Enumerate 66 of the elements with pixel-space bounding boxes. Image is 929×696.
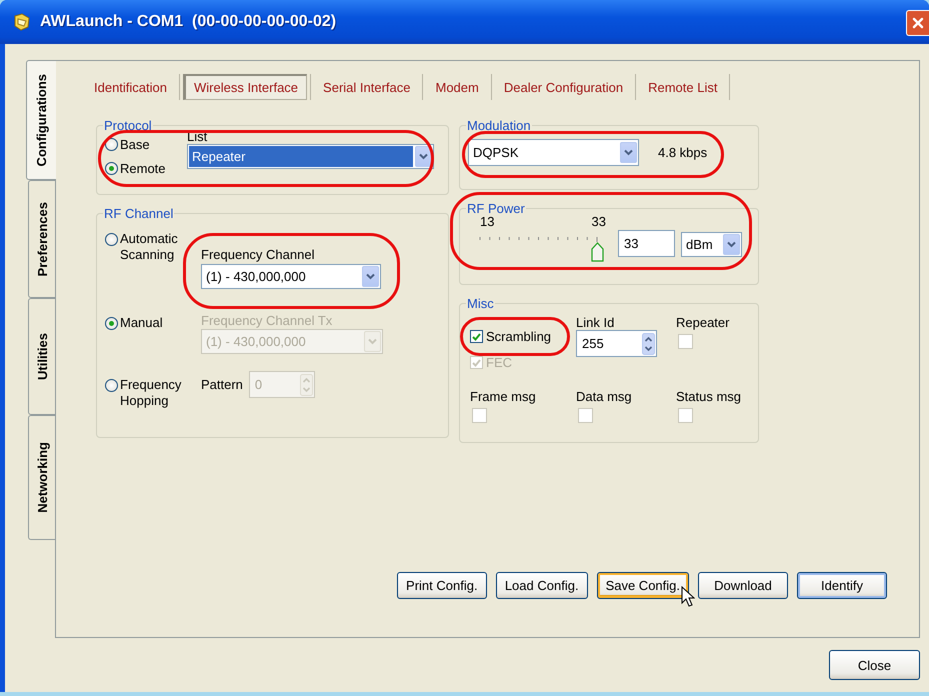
group-title: Protocol (104, 118, 152, 133)
scale-label: 13 (480, 214, 494, 229)
field-label: Frequency Channel Tx (201, 313, 334, 328)
slider-thumb[interactable] (590, 242, 604, 262)
tab[interactable]: Modem (426, 74, 488, 100)
rate-text: 4.8 kbps (658, 145, 708, 160)
checkbox[interactable] (470, 330, 483, 343)
button[interactable]: Identify (797, 572, 887, 599)
checkbox-label: Data msg (576, 389, 633, 404)
radio-button[interactable] (105, 233, 118, 246)
dropdown[interactable]: Repeater (187, 144, 434, 169)
side-tab[interactable]: Utilities (28, 298, 55, 415)
group-title: Modulation (467, 118, 531, 133)
app-icon (12, 12, 32, 32)
scale-label: 33 (592, 214, 606, 229)
group-title: RF Power (467, 201, 525, 216)
side-tab[interactable]: Configurations (26, 60, 56, 180)
dropdown[interactable]: (1) - 430,000,000 (201, 264, 381, 289)
button[interactable]: Save Config. (596, 572, 689, 599)
close-button[interactable] (906, 10, 929, 36)
group-title: RF Channel (104, 206, 174, 221)
group-title: Misc (467, 296, 494, 311)
radio-label: Automatic Scanning (120, 231, 179, 263)
dropdown[interactable]: DQPSK (468, 139, 639, 166)
value-field[interactable]: 33 (618, 230, 675, 257)
tab[interactable]: Remote List (639, 74, 726, 100)
checkbox-label: Scrambling (486, 329, 552, 344)
radio-label: Frequency Hopping (120, 377, 182, 409)
chevron-down-icon (419, 153, 428, 160)
chevron-down-icon (727, 241, 736, 248)
radio-label: Remote (120, 161, 166, 176)
checkbox-label: FEC (486, 355, 512, 370)
check-icon (472, 332, 481, 340)
check-icon (472, 358, 481, 366)
side-tab[interactable]: Networking (28, 415, 55, 540)
field-label: Frequency Channel (201, 247, 316, 262)
spin-field[interactable]: 255 (576, 330, 657, 357)
button[interactable]: Print Config. (396, 572, 487, 599)
side-tab[interactable]: Preferences (28, 180, 55, 298)
radio-label: Base (120, 137, 150, 152)
window-title: AWLaunch - COM1 (00-00-00-00-00-02) (40, 13, 336, 31)
chevron-down-icon (366, 273, 375, 280)
button[interactable]: Download (698, 572, 788, 599)
button[interactable]: Load Config. (496, 572, 588, 599)
field-label: Pattern (201, 377, 243, 392)
radio-label: Manual (120, 315, 164, 331)
close-icon (911, 16, 925, 30)
field-label: Link Id (576, 315, 616, 330)
radio-button[interactable] (105, 379, 118, 392)
radio-button[interactable] (105, 162, 118, 175)
spin-arrows-icon (300, 374, 313, 396)
checkbox-label: Status msg (676, 389, 742, 404)
close-button[interactable]: Close (829, 650, 920, 680)
tab[interactable]: Wireless Interface (183, 74, 308, 100)
chevron-down-icon (624, 149, 633, 156)
tab[interactable]: Dealer Configuration (494, 74, 632, 100)
chevron-down-icon (368, 338, 377, 345)
checkbox-label: Repeater (676, 315, 730, 330)
spin-arrows-icon (642, 332, 655, 354)
tab[interactable]: Identification (85, 74, 176, 100)
dropdown[interactable]: dBm (681, 232, 742, 257)
radio-button[interactable] (105, 317, 118, 330)
tab[interactable]: Serial Interface (314, 74, 420, 100)
field-label: List (187, 129, 208, 144)
checkbox-label: Frame msg (470, 389, 537, 404)
mouse-cursor-icon (681, 586, 695, 608)
